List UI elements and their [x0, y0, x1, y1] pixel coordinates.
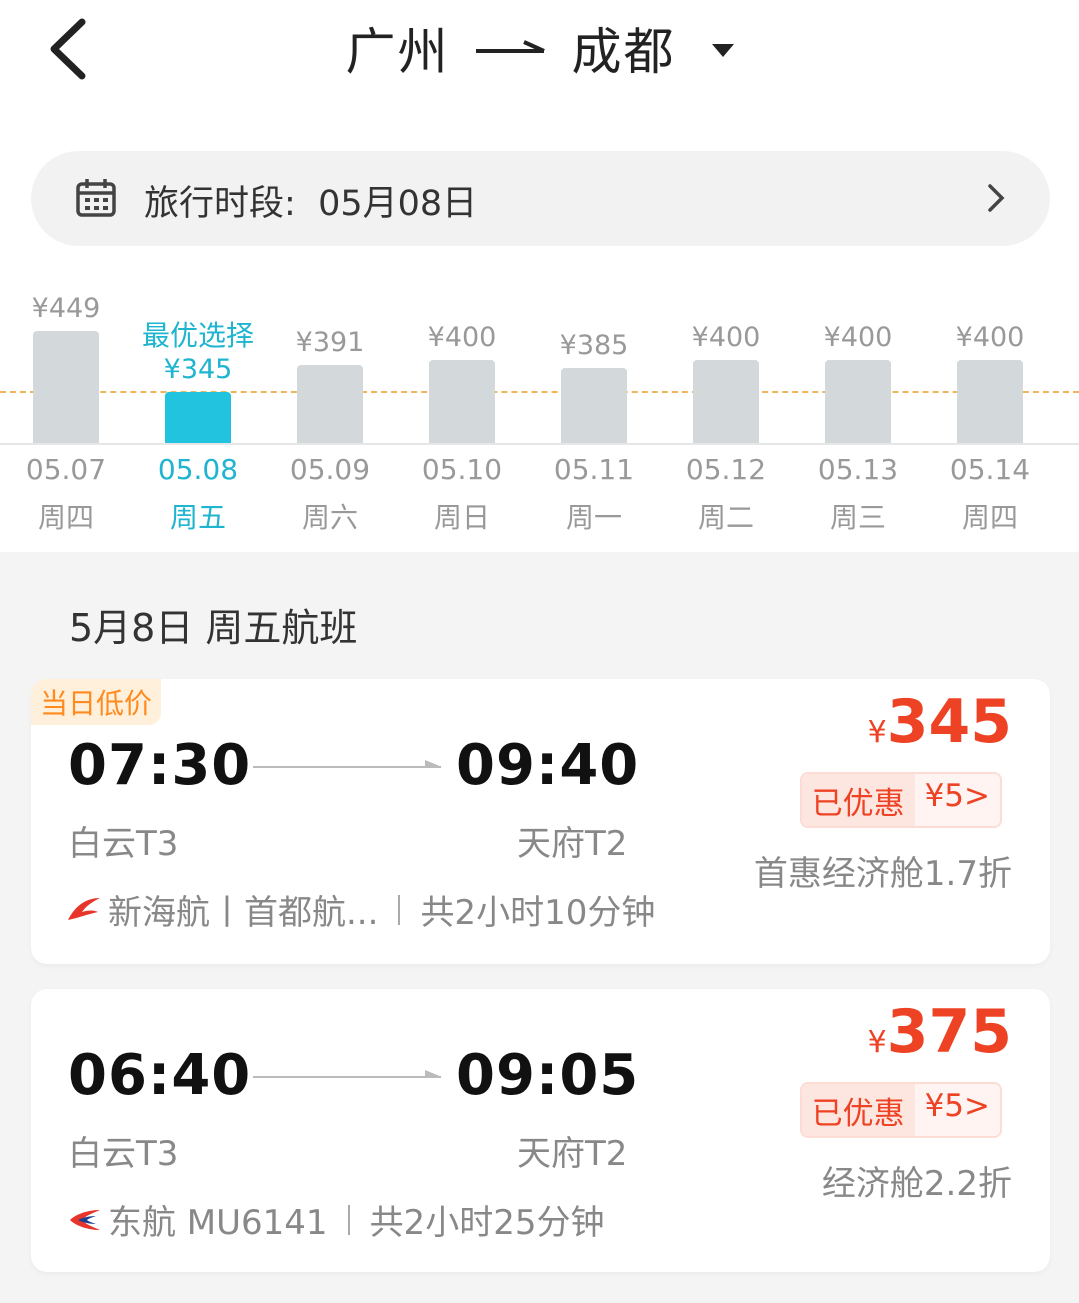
day-price: ¥391 [295, 326, 365, 358]
depart-time: 07:30 [68, 733, 252, 798]
origin-city: 广州 [345, 23, 450, 81]
price-value: 375 [886, 997, 1012, 1067]
flight-price: ¥ 345 [868, 687, 1012, 757]
destination-city: 成都 [571, 23, 676, 81]
discount-badge[interactable]: 已优惠 ¥5> [799, 1082, 1002, 1138]
day-weekday: 周六 [301, 501, 358, 534]
day-weekday: 周一 [565, 501, 622, 534]
calendar-day-05.13[interactable]: ¥400 05.13 周三 [792, 290, 924, 540]
calendar-day-05.11[interactable]: ¥385 05.11 周一 [528, 290, 660, 540]
cabin-class: 经济舱2.2折 [821, 1164, 1012, 1204]
currency-symbol: ¥ [867, 1025, 887, 1060]
calendar-icon [76, 179, 116, 217]
day-weekday: 周二 [697, 501, 754, 534]
day-weekday: 周五 [169, 501, 226, 534]
day-date: 05.13 [817, 453, 899, 486]
calendar-day-05.08[interactable]: ¥345 最优选择 05.08 周五 [132, 290, 264, 540]
flight-price: ¥ 375 [868, 997, 1012, 1067]
discount-badge[interactable]: 已优惠 ¥5> [799, 772, 1002, 828]
best-choice-label: 最优选择 [141, 319, 254, 352]
day-date: 05.12 [685, 453, 767, 486]
day-price: ¥449 [31, 292, 101, 324]
depart-airport: 白云T3 [68, 824, 179, 864]
day-price: ¥400 [427, 321, 497, 353]
day-weekday: 周四 [37, 501, 94, 534]
calendar-day-05.10[interactable]: ¥400 05.10 周日 [396, 290, 528, 540]
cabin-class: 首惠经济舱1.7折 [753, 854, 1012, 894]
arrive-airport: 天府T2 [517, 824, 628, 864]
section-title: 5月8日 周五航班 [69, 606, 358, 650]
arrive-time: 09:40 [456, 733, 640, 798]
route-arrow-icon [475, 40, 545, 53]
dropdown-triangle-icon[interactable] [711, 43, 734, 57]
price-bar [165, 392, 231, 443]
price-bar [297, 364, 363, 443]
travel-date-text: 旅行时段: 05月08日 [144, 184, 478, 224]
low-price-tag: 当日低价 [31, 679, 162, 725]
day-weekday: 周四 [961, 501, 1018, 534]
price-bar [693, 359, 759, 443]
discount-value: ¥5> [914, 774, 1000, 826]
calendar-day-05.12[interactable]: ¥400 05.12 周二 [660, 290, 792, 540]
currency-symbol: ¥ [867, 715, 887, 750]
price-bar [561, 368, 627, 443]
route-selector[interactable]: 广州 成都 [0, 0, 1079, 96]
calendar-day-05.09[interactable]: ¥391 05.09 周六 [264, 290, 396, 540]
depart-airport: 白云T3 [68, 1134, 179, 1174]
day-price: ¥400 [691, 321, 761, 353]
flight-info: 新海航丨首都航... 共2小时10分钟 [66, 885, 655, 934]
price-bar [957, 359, 1023, 443]
airline-name: 东航 MU6141 [108, 1203, 328, 1243]
flight-info: 东航 MU6141 共2小时25分钟 [66, 1195, 604, 1244]
discount-label: 已优惠 [801, 774, 915, 826]
day-date: 05.07 [25, 453, 107, 486]
price-value: 345 [886, 687, 1012, 757]
flight-arrow-icon [253, 1070, 442, 1078]
flight-arrow-icon [253, 760, 442, 768]
china-eastern-logo-icon [70, 1209, 100, 1230]
airline-name: 新海航丨首都航... [108, 893, 379, 933]
discount-label: 已优惠 [801, 1084, 915, 1136]
price-bar [429, 359, 495, 443]
divider [398, 894, 401, 925]
calendar-day-05.14[interactable]: ¥400 05.14 周四 [924, 290, 1056, 540]
calendar-day-05.07[interactable]: ¥449 05.07 周四 [0, 290, 132, 540]
day-date: 05.09 [289, 453, 371, 486]
day-date: 05.08 [157, 453, 239, 486]
discount-value: ¥5> [914, 1084, 1000, 1136]
day-price: ¥345 [163, 354, 233, 385]
arrive-time: 09:05 [456, 1043, 640, 1108]
flight-card[interactable]: 06:40 09:05 白云T3 天府T2 东航 MU6141 共2小时25分钟… [31, 989, 1050, 1272]
day-date: 05.11 [553, 453, 635, 486]
travel-date-bar[interactable]: 旅行时段: 05月08日 [31, 151, 1050, 246]
price-calendar: ¥449 05.07 周四 ¥345 最优选择 05.08 周五 ¥391 05.09 周六 ¥40… [0, 290, 1079, 540]
flight-duration: 共2小时25分钟 [369, 1203, 605, 1243]
chevron-right-icon [988, 184, 1005, 212]
day-price: ¥385 [559, 330, 629, 362]
arrive-airport: 天府T2 [517, 1134, 628, 1174]
flight-duration: 共2小时10分钟 [420, 893, 656, 933]
day-price: ¥400 [823, 321, 893, 353]
day-weekday: 周三 [829, 501, 886, 534]
day-date: 05.14 [949, 453, 1031, 486]
top-panel: 广州 成都 旅行时段: 05月08日 ¥449 05.07 周四 ¥345 最优选择 05… [0, 0, 1079, 552]
hainan-airlines-logo-icon [68, 897, 100, 920]
day-price: ¥400 [955, 321, 1025, 353]
divider [347, 1204, 350, 1235]
price-bar [825, 359, 891, 443]
depart-time: 06:40 [68, 1043, 252, 1108]
flight-card[interactable]: 当日低价 07:30 09:40 白云T3 天府T2 新海航丨首都航... 共2… [31, 679, 1050, 964]
price-bar [33, 330, 99, 443]
day-weekday: 周日 [433, 501, 490, 534]
day-date: 05.10 [421, 453, 503, 486]
